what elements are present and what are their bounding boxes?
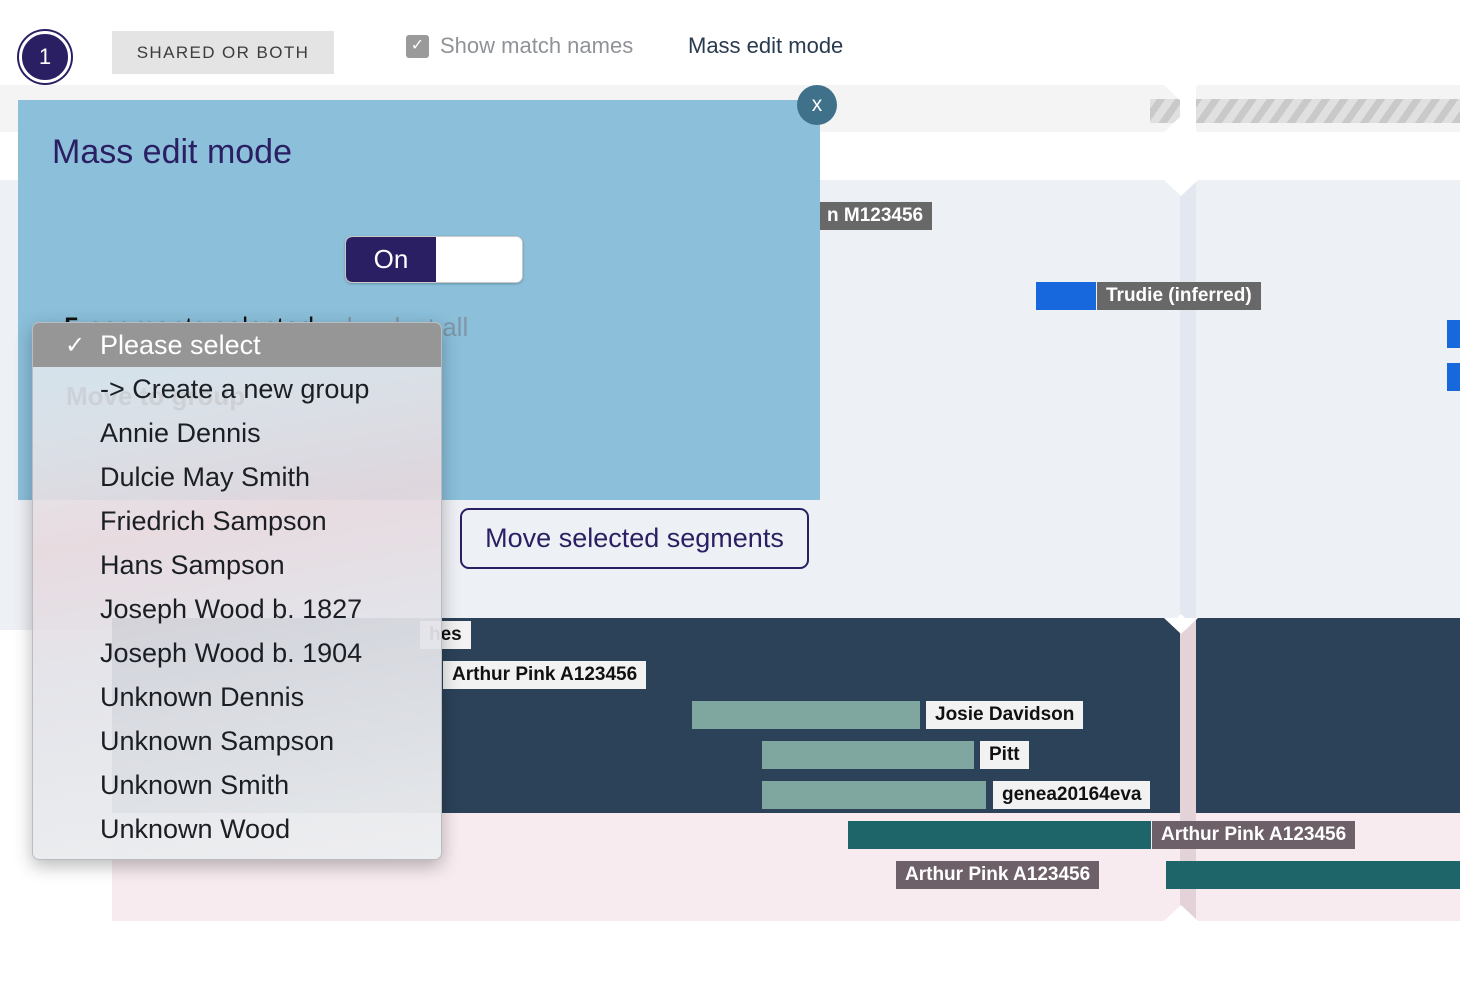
dropdown-option-label: -> Create a new group <box>100 374 369 405</box>
step-badge[interactable]: 1 <box>19 31 71 83</box>
check-icon: ✓ <box>65 331 85 360</box>
dropdown-option-label: Hans Sampson <box>100 550 285 581</box>
segment-bar-blue[interactable] <box>1036 282 1096 310</box>
notch-up-icon <box>1164 905 1198 921</box>
checkbox-icon[interactable]: ✓ <box>406 35 429 58</box>
toggle-on-label[interactable]: On <box>346 237 436 282</box>
notch-down-icon <box>1164 85 1198 101</box>
dropdown-option-label: Joseph Wood b. 1827 <box>100 594 362 625</box>
dropdown-option-label: Unknown Smith <box>100 770 289 801</box>
mass-edit-mode-link[interactable]: Mass edit mode <box>688 33 843 59</box>
chromosome-row-navy-right <box>1196 618 1460 813</box>
dropdown-option[interactable]: ✓ Please select <box>33 323 441 367</box>
show-match-names-control[interactable]: ✓ Show match names <box>406 33 633 59</box>
app-root: n M123456 Trudie (inferred) hes Arthur P… <box>0 0 1460 986</box>
centromere-guide-middle <box>1180 180 1196 630</box>
dropdown-option[interactable]: Unknown Smith <box>33 763 441 807</box>
segment-bar-teal[interactable] <box>848 821 1151 849</box>
dropdown-option[interactable]: Unknown Wood <box>33 807 441 851</box>
dropdown-option[interactable]: -> Create a new group <box>33 367 441 411</box>
dropdown-option[interactable]: Unknown Sampson <box>33 719 441 763</box>
close-icon[interactable]: x <box>797 85 837 125</box>
dropdown-option[interactable]: Annie Dennis <box>33 411 441 455</box>
dropdown-option[interactable]: Joseph Wood b. 1827 <box>33 587 441 631</box>
match-label-pill[interactable]: Josie Davidson <box>926 701 1083 729</box>
dropdown-option[interactable]: Joseph Wood b. 1904 <box>33 631 441 675</box>
dropdown-option[interactable]: Friedrich Sampson <box>33 499 441 543</box>
dropdown-option-label: Annie Dennis <box>100 418 261 449</box>
segment-bar-sage[interactable] <box>762 781 986 809</box>
panel-title: Mass edit mode <box>52 133 292 172</box>
segment-bar-teal[interactable] <box>1166 861 1460 889</box>
match-label-pill[interactable]: Trudie (inferred) <box>1097 282 1261 310</box>
dropdown-option[interactable]: Hans Sampson <box>33 543 441 587</box>
dropdown-option-label: Friedrich Sampson <box>100 506 327 537</box>
notch-up-icon <box>1164 116 1198 132</box>
toggle-off-track[interactable] <box>436 237 522 282</box>
dropdown-option-label: Unknown Wood <box>100 814 290 845</box>
top-toolbar: 1 SHARED OR BOTH ✓ Show match names Mass… <box>0 0 1460 85</box>
match-label-pill[interactable]: genea20164eva <box>993 781 1150 809</box>
segment-bar-blue[interactable] <box>1447 363 1460 391</box>
match-label-pill[interactable]: n M123456 <box>818 202 932 230</box>
match-label-pill[interactable]: Arthur Pink A123456 <box>443 661 646 689</box>
match-label-pill[interactable]: Arthur Pink A123456 <box>1152 821 1355 849</box>
dropdown-option[interactable]: Unknown Dennis <box>33 675 441 719</box>
dropdown-option-label: Please select <box>100 330 261 361</box>
segment-bar-blue[interactable] <box>1447 320 1460 348</box>
notch-down-icon <box>1164 618 1198 634</box>
dropdown-option-label: Dulcie May Smith <box>100 462 310 493</box>
move-selected-segments-button[interactable]: Move selected segments <box>460 508 809 569</box>
show-match-names-label: Show match names <box>440 33 633 59</box>
move-to-group-dropdown[interactable]: ✓ Please select -> Create a new group An… <box>32 322 442 860</box>
notch-down-icon <box>1164 180 1198 196</box>
tab-shared-or-both[interactable]: SHARED OR BOTH <box>112 31 334 74</box>
segment-bar-sage[interactable] <box>692 701 920 729</box>
dropdown-option-label: Joseph Wood b. 1904 <box>100 638 362 669</box>
mass-edit-toggle[interactable]: On <box>345 236 523 283</box>
match-label-pill[interactable]: Arthur Pink A123456 <box>896 861 1099 889</box>
segment-bar-sage[interactable] <box>762 741 974 769</box>
match-label-pill[interactable]: Pitt <box>980 741 1029 769</box>
dropdown-option-label: Unknown Sampson <box>100 726 334 757</box>
dropdown-option-label: Unknown Dennis <box>100 682 304 713</box>
dropdown-option[interactable]: Dulcie May Smith <box>33 455 441 499</box>
